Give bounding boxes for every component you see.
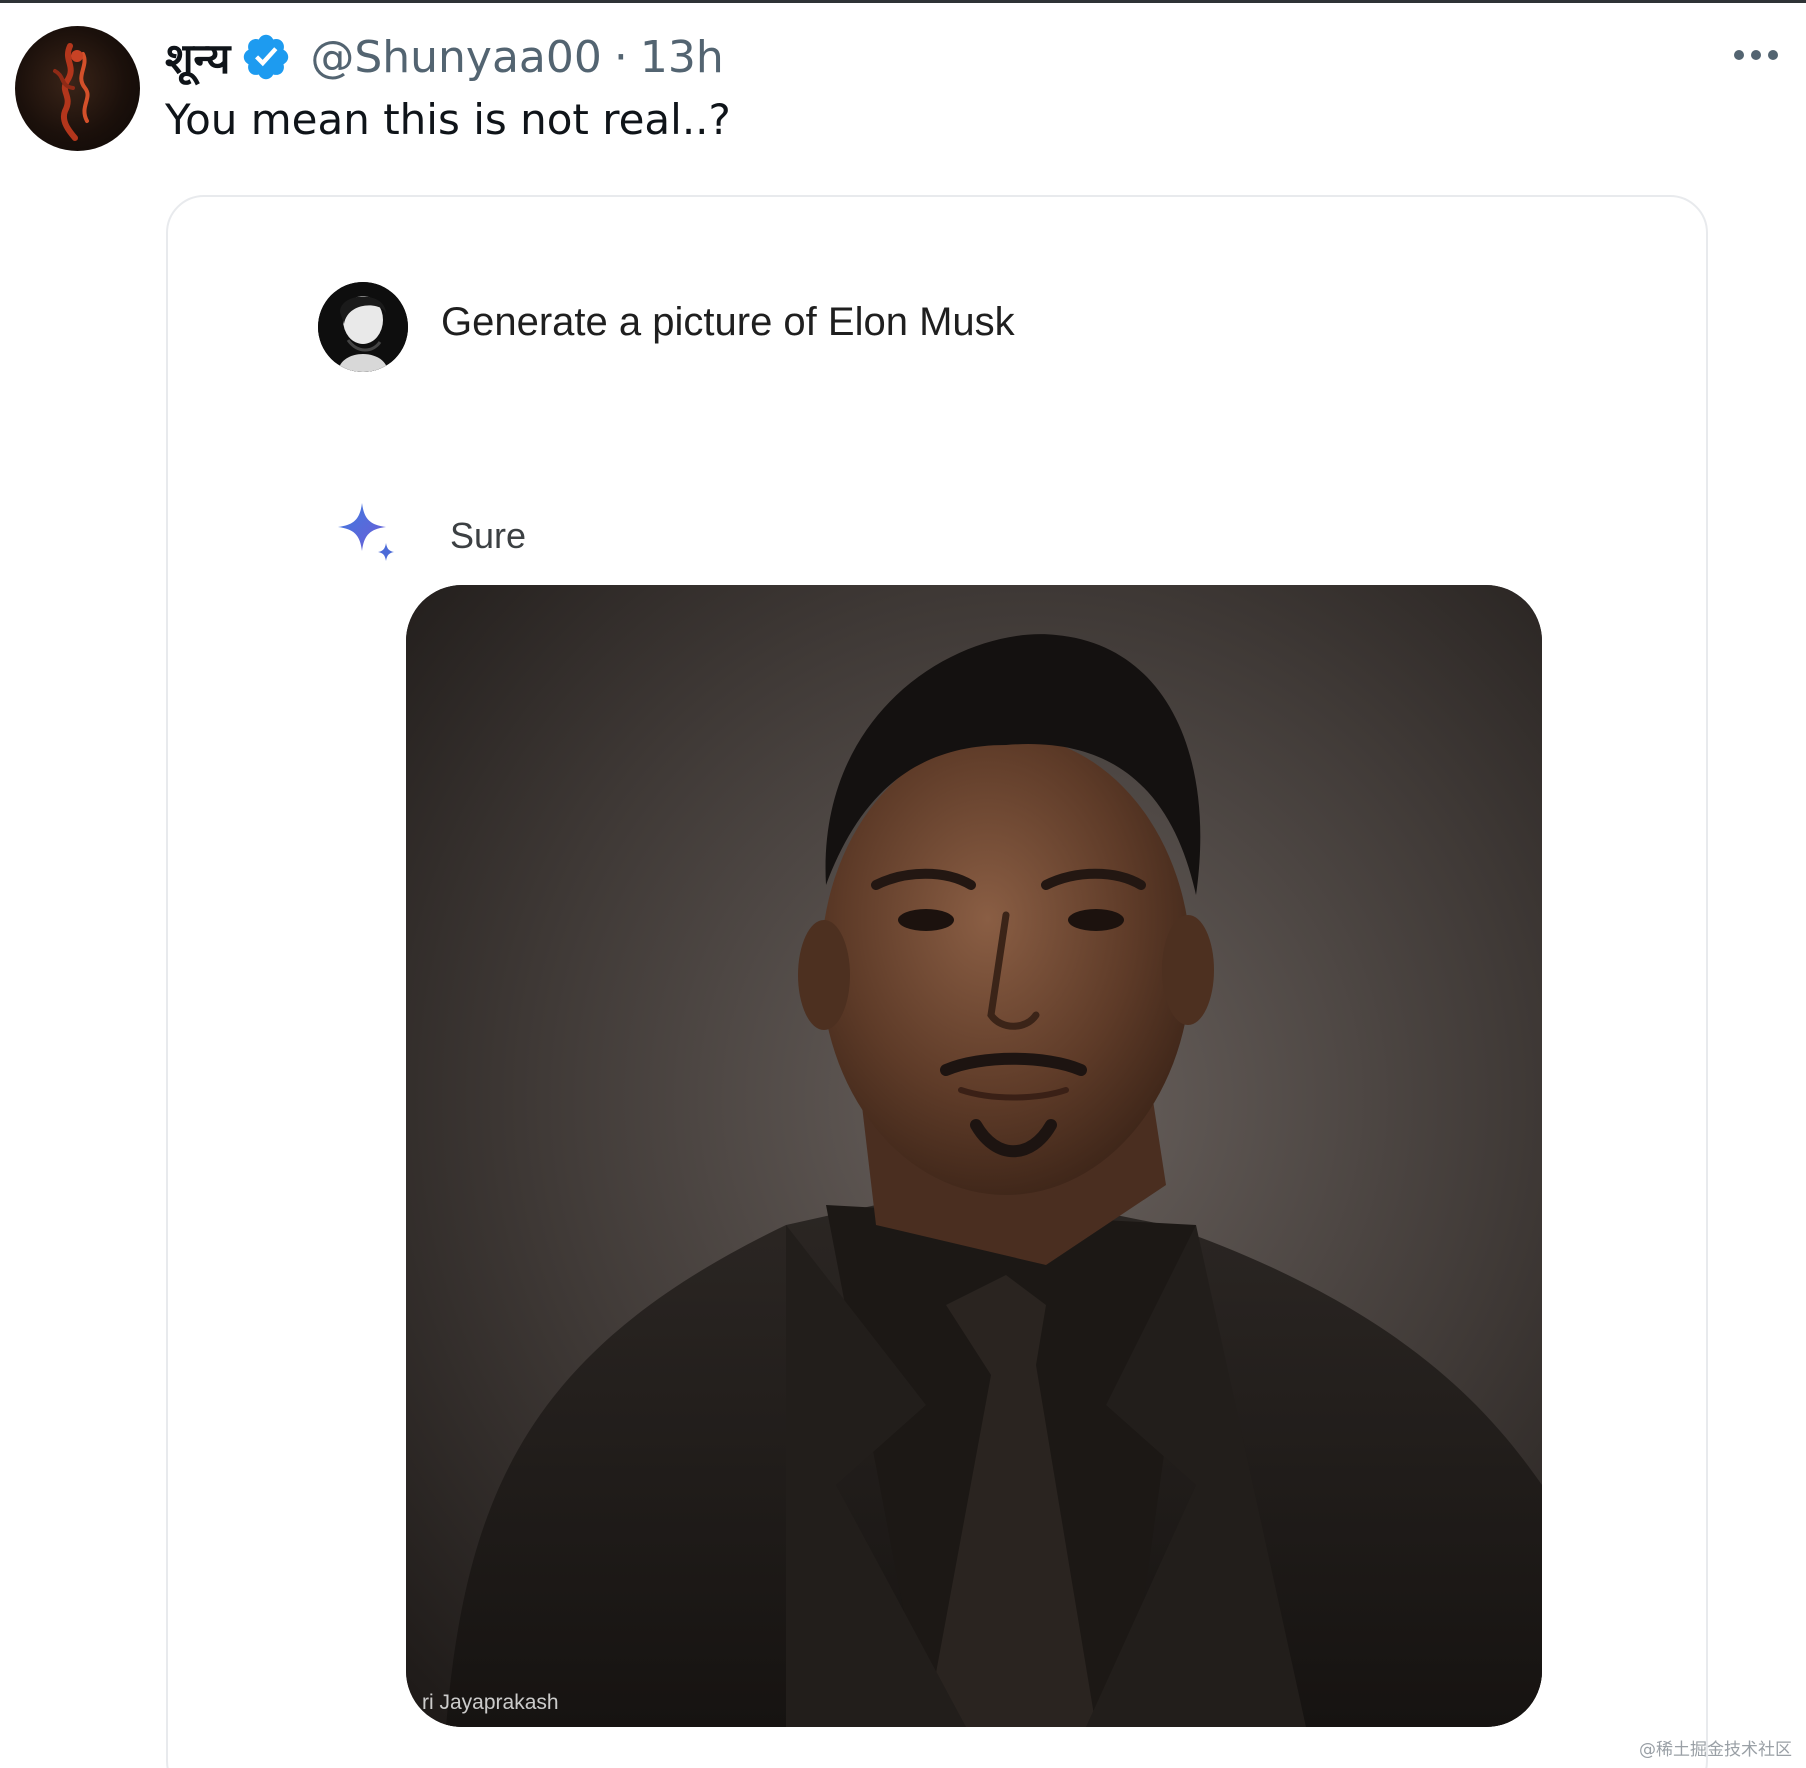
chat-prompt-text: Generate a picture of Elon Musk: [441, 300, 1015, 344]
chat-reply-text: Sure: [450, 515, 527, 556]
tweet-text: You mean this is not real..?: [165, 95, 731, 144]
more-dot: [1751, 50, 1761, 60]
tweet-page: शून्य @Shunyaa00 · 13h You mean this is …: [0, 0, 1806, 1768]
more-dot: [1734, 50, 1744, 60]
author-handle[interactable]: @Shunyaa00: [310, 32, 602, 83]
source-watermark: @稀土掘金技术社区: [1639, 1740, 1792, 1760]
more-dot: [1768, 50, 1778, 60]
tweet-timestamp[interactable]: 13h: [640, 32, 724, 83]
more-options-icon[interactable]: [1726, 30, 1786, 80]
image-credit: ri Jayaprakash: [422, 1691, 559, 1714]
divider: [0, 0, 1806, 3]
separator-dot: ·: [613, 31, 628, 83]
generated-portrait-image[interactable]: ri Jayaprakash: [406, 585, 1542, 1727]
embedded-media-card[interactable]: Generate a picture of Elon Musk Sure ri …: [166, 195, 1708, 1768]
verified-badge-icon: [240, 31, 292, 83]
chat-user-avatar: [318, 282, 408, 372]
author-avatar[interactable]: [15, 26, 140, 151]
tweet-header: शून्य @Shunyaa00 · 13h: [165, 22, 724, 92]
gemini-sparkle-icon: [330, 497, 400, 567]
author-display-name[interactable]: शून्य: [165, 29, 230, 86]
